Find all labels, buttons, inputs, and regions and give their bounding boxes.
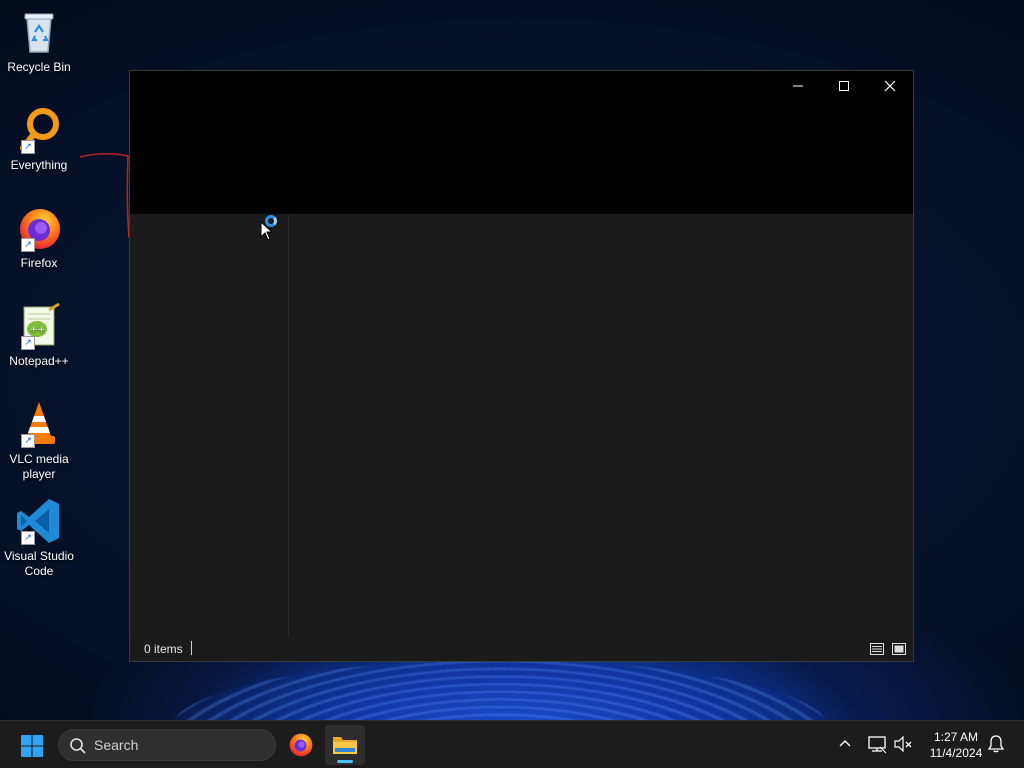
desktop-icon-label: VLC media player [9,452,69,481]
taskbar: Search 1:27 AM 11/4/2024 [0,720,1024,768]
file-explorer-window[interactable]: 0 items [129,70,914,662]
mouse-cursor-icon [260,221,272,241]
taskbar-clock[interactable]: 1:27 AM 11/4/2024 [918,729,994,761]
desktop-icon-label: Notepad++ [9,354,69,368]
desktop-icon-everything[interactable]: ↗ Everything [2,106,76,173]
desktop-icon-label: Recycle Bin [7,60,71,74]
details-view-icon [870,643,884,655]
notification-bell-icon[interactable] [986,734,1006,754]
close-icon [884,80,896,92]
vscode-icon: ↗ [15,497,63,545]
shortcut-arrow-icon: ↗ [21,140,35,154]
minimize-button[interactable] [775,71,821,101]
show-hidden-icons-chevron-icon[interactable] [836,735,854,753]
large-icons-view-button[interactable] [891,641,907,657]
navigation-pane[interactable] [130,214,289,637]
window-titlebar[interactable] [130,71,913,214]
desktop-icon-notepad-plus-plus[interactable]: ++ ↗ Notepad++ [2,302,76,369]
minimize-icon [793,85,803,87]
active-app-indicator [337,760,353,763]
shortcut-arrow-icon: ↗ [21,238,35,252]
desktop-icon-firefox[interactable]: ↗ Firefox [2,204,76,271]
recycle-bin-icon [15,8,63,56]
vlc-icon: ↗ [15,400,63,448]
notepad-plus-plus-icon: ++ ↗ [15,302,63,350]
clock-time: 1:27 AM [933,730,979,744]
taskbar-app-file-explorer[interactable] [325,725,365,765]
maximize-icon [839,81,849,91]
content-pane[interactable] [289,214,913,637]
taskbar-search-box[interactable]: Search [58,729,276,761]
firefox-icon: ↗ [15,204,63,252]
taskbar-app-firefox[interactable] [281,725,321,765]
clock-date: 11/4/2024 [929,746,983,760]
item-count: 0 items [144,642,183,656]
shortcut-arrow-icon: ↗ [21,531,35,545]
annotation-line [80,153,130,239]
desktop-icon-vscode[interactable]: ↗ Visual Studio Code [2,497,76,579]
volume-muted-icon[interactable] [892,733,914,755]
wallpaper-bloom [170,660,830,720]
desktop-icon-label: Everything [10,158,68,172]
status-bar: 0 items [130,637,913,661]
firefox-icon [289,733,313,757]
details-view-button[interactable] [869,641,885,657]
search-icon [70,738,86,754]
desktop-icon-vlc[interactable]: ↗ VLC media player [2,400,76,482]
windows-logo-icon [21,735,43,757]
search-label: Search [94,737,139,753]
shortcut-arrow-icon: ↗ [21,336,35,350]
large-icons-view-icon [892,643,906,655]
start-button[interactable] [20,734,44,758]
desktop-icon-recycle-bin[interactable]: Recycle Bin [2,8,76,75]
desktop-icon-label: Firefox [20,256,58,270]
status-separator [191,641,192,655]
network-icon[interactable] [866,733,888,755]
close-button[interactable] [867,71,913,101]
file-explorer-icon [333,737,357,754]
maximize-button[interactable] [821,71,867,101]
shortcut-arrow-icon: ↗ [21,434,35,448]
everything-search-icon: ↗ [15,106,63,154]
desktop-icon-label: Visual Studio Code [4,549,74,578]
svg-text:++: ++ [30,325,45,335]
